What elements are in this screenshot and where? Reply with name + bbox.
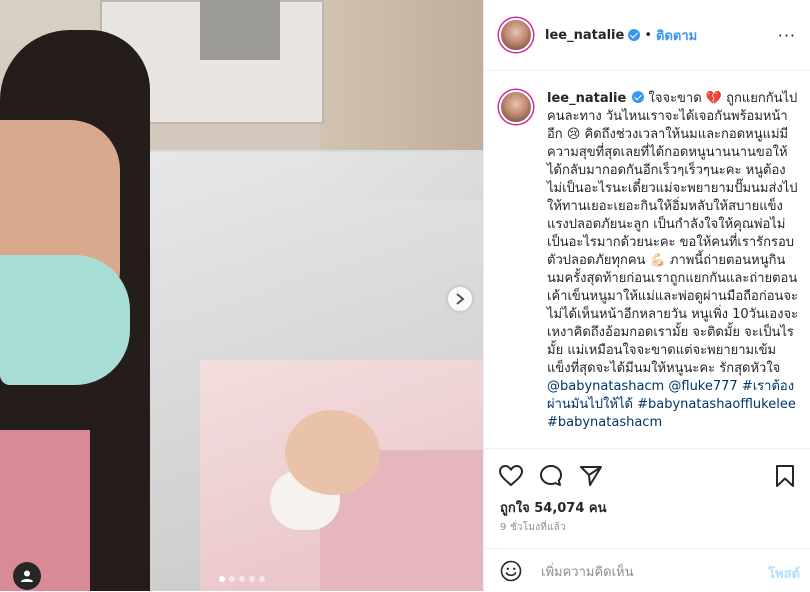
- next-photo-button[interactable]: [448, 287, 472, 311]
- caption-text: ใจจะขาด 💔 ถูกแยกกันไปคนละทาง วันไหนเราจะ…: [547, 91, 799, 376]
- carousel-dot: [259, 576, 265, 582]
- photo-baby-head: [285, 410, 380, 495]
- instagram-post: lee_natalie • ติดตาม ··· lee_natalie ใจจ…: [0, 0, 810, 591]
- header-username[interactable]: lee_natalie: [545, 28, 624, 43]
- carousel-dot: [219, 576, 225, 582]
- post-timestamp[interactable]: 9 ชั่วโมงที่แล้ว: [500, 520, 566, 535]
- tagged-users-button[interactable]: [13, 562, 41, 590]
- photo-face-mask: [0, 255, 130, 385]
- post-caption: lee_natalie ใจจะขาด 💔 ถูกแยกกันไปคนละทาง…: [499, 90, 799, 432]
- post-photo[interactable]: [0, 0, 483, 591]
- likes-count[interactable]: ถูกใจ 54,074 คน: [500, 497, 607, 518]
- caption-avatar[interactable]: [499, 90, 533, 124]
- header-separator: •: [644, 27, 653, 43]
- avatar[interactable]: [499, 18, 533, 52]
- mention-link[interactable]: @babynatashacm: [547, 379, 664, 394]
- person-icon: [21, 570, 33, 582]
- hashtag-link[interactable]: #babynatashaofflukelee: [637, 397, 796, 412]
- photo-control-screen: [200, 0, 280, 60]
- verified-badge-icon: [632, 91, 645, 103]
- bookmark-icon[interactable]: [772, 463, 798, 489]
- hashtag-link[interactable]: #babynatashacm: [547, 415, 662, 430]
- chevron-right-icon: [456, 293, 465, 305]
- caption-body: lee_natalie ใจจะขาด 💔 ถูกแยกกันไปคนละทาง…: [547, 90, 799, 432]
- carousel-dot: [229, 576, 235, 582]
- caption-username[interactable]: lee_natalie: [547, 91, 626, 106]
- carousel-dot: [249, 576, 255, 582]
- emoji-icon[interactable]: [500, 560, 522, 582]
- share-icon[interactable]: [578, 463, 604, 489]
- follow-button[interactable]: ติดตาม: [656, 25, 697, 46]
- post-comment-button[interactable]: โพสต์: [768, 563, 800, 584]
- mention-link[interactable]: @fluke777: [668, 379, 737, 394]
- verified-badge-icon: [628, 29, 641, 41]
- carousel-dot: [239, 576, 245, 582]
- comment-box: โพสต์: [484, 548, 810, 592]
- heart-icon[interactable]: [498, 463, 524, 489]
- carousel-indicator: [219, 576, 265, 582]
- more-options-icon[interactable]: ···: [778, 26, 796, 45]
- comment-input[interactable]: [539, 560, 743, 584]
- photo-woman-shirt: [0, 430, 90, 591]
- action-bar: [484, 448, 810, 489]
- post-sidebar: lee_natalie • ติดตาม ··· lee_natalie ใจจ…: [483, 0, 810, 591]
- comment-icon[interactable]: [538, 463, 564, 489]
- post-header: lee_natalie • ติดตาม ···: [484, 0, 810, 71]
